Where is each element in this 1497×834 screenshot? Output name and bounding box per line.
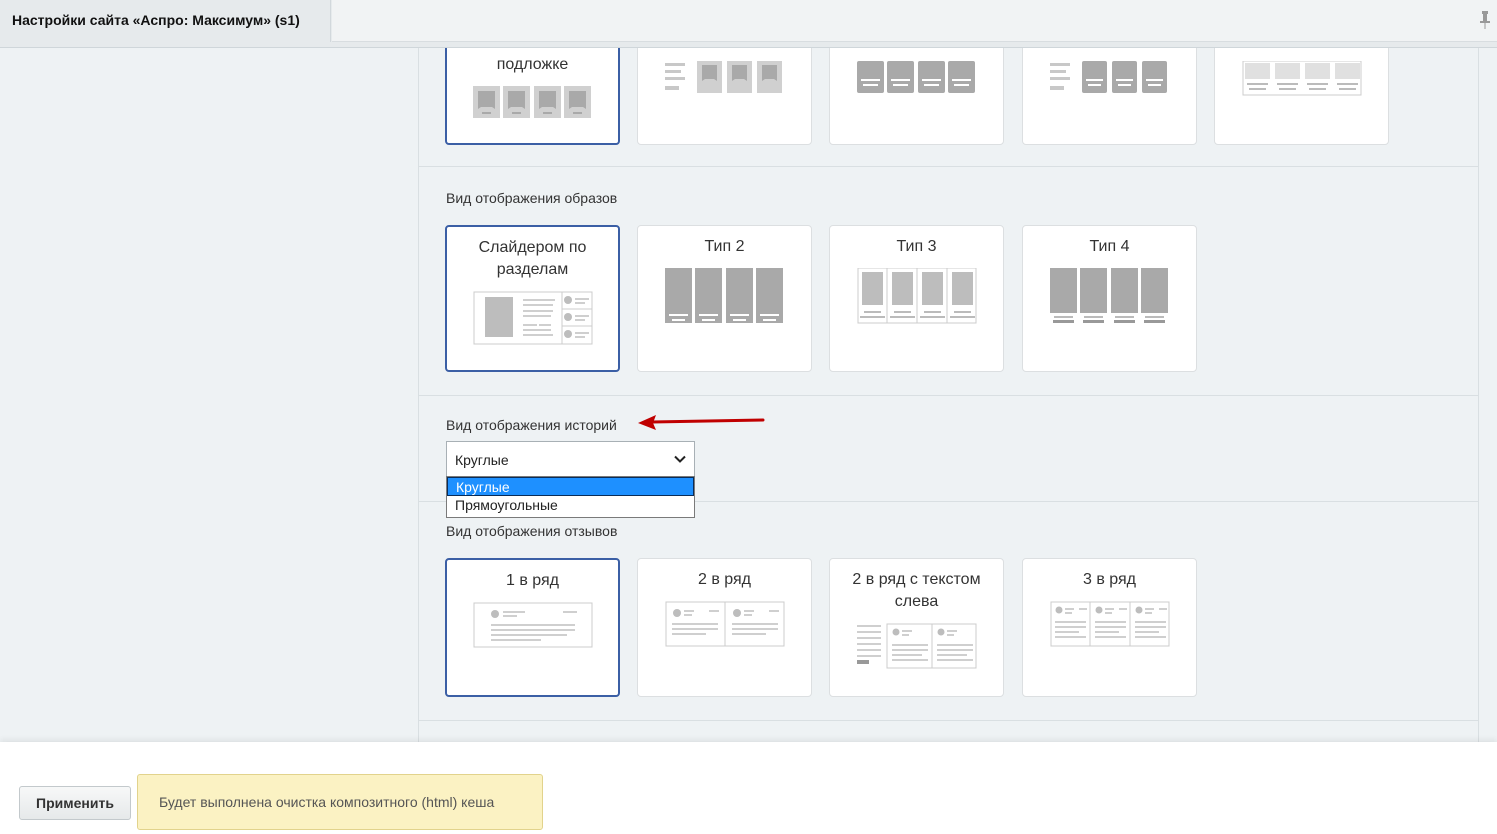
images-view-option-label: Тип 2 (704, 238, 745, 255)
dropdown-option-round[interactable]: Круглые (447, 477, 694, 496)
top-layout-card-5[interactable] (1214, 48, 1389, 145)
layout-thumbnail (1049, 268, 1168, 323)
images-view-option-type3[interactable]: Тип 3 (829, 225, 1004, 372)
images-view-option-label: Слайдером по разделам (478, 239, 587, 278)
top-layout-card-1-label: подложке (496, 56, 569, 73)
layout-thumbnail (665, 601, 784, 647)
top-layout-card-1[interactable]: подложке (445, 48, 620, 145)
footer-bar: Применить Будет выполнена очистка композ… (0, 742, 1497, 834)
reviews-view-option-label: 1 в ряд (505, 572, 559, 589)
reviews-view-option-3-row[interactable]: 3 в ряд (1022, 558, 1197, 697)
layout-thumbnail (856, 61, 975, 93)
reviews-view-option-label: 2 в ряд (697, 571, 751, 588)
stories-view-label: Вид отображения историй (446, 417, 617, 433)
dropdown-option-rectangular[interactable]: Прямоугольные (447, 496, 694, 515)
images-view-option-type2[interactable]: Тип 2 (637, 225, 812, 372)
layout-thumbnail (664, 268, 783, 323)
layout-thumbnail (473, 291, 592, 345)
images-view-option-slider[interactable]: Слайдером по разделам (445, 225, 620, 372)
reviews-view-option-2-row-text-left[interactable]: 2 в ряд с текстом слева (829, 558, 1004, 697)
layout-thumbnail (664, 61, 782, 93)
stories-view-select-value: Круглые (455, 452, 509, 468)
top-layout-card-2[interactable] (637, 48, 812, 145)
layout-thumbnail (1242, 61, 1361, 96)
cache-notice: Будет выполнена очистка композитного (ht… (137, 774, 543, 830)
reviews-view-label: Вид отображения отзывов (446, 523, 618, 539)
reviews-view-option-label: 2 в ряд с текстом слева (852, 571, 981, 610)
images-view-option-type4[interactable]: Тип 4 (1022, 225, 1197, 372)
layout-thumbnail (857, 268, 976, 324)
red-arrow-annotation (638, 415, 765, 430)
reviews-view-option-label: 3 в ряд (1082, 571, 1136, 588)
layout-thumbnail (856, 623, 976, 669)
top-layout-card-3[interactable] (829, 48, 1004, 145)
images-view-label: Вид отображения образов (446, 190, 618, 206)
window-tab-bar: Настройки сайта «Аспро: Максимум» (s1) (0, 0, 1497, 48)
settings-tab[interactable]: Настройки сайта «Аспро: Максимум» (s1) (0, 0, 331, 42)
images-view-option-label: Тип 3 (896, 238, 937, 255)
section-divider (418, 166, 1479, 167)
images-view-option-label: Тип 4 (1089, 238, 1130, 255)
section-divider (418, 720, 1479, 721)
reviews-view-option-1-row[interactable]: 1 в ряд (445, 558, 620, 697)
top-layout-card-4[interactable] (1022, 48, 1197, 145)
section-divider (418, 395, 1479, 396)
layout-thumbnail (1050, 601, 1169, 647)
tab-bar-fill (332, 0, 1497, 42)
stories-view-dropdown: Круглые Прямоугольные (446, 476, 695, 518)
apply-button[interactable]: Применить (19, 786, 131, 820)
layout-thumbnail (1049, 61, 1167, 93)
stories-view-select[interactable]: Круглые (446, 441, 695, 477)
reviews-view-option-2-row[interactable]: 2 в ряд (637, 558, 812, 697)
settings-tab-title: Настройки сайта «Аспро: Максимум» (s1) (12, 12, 300, 28)
chevron-down-icon (674, 455, 686, 463)
pin-icon[interactable] (1479, 10, 1491, 30)
settings-content: подложке Вид отображения образов Слайдер… (0, 48, 1497, 742)
layout-thumbnail (473, 602, 592, 648)
layout-thumbnail (472, 86, 591, 118)
